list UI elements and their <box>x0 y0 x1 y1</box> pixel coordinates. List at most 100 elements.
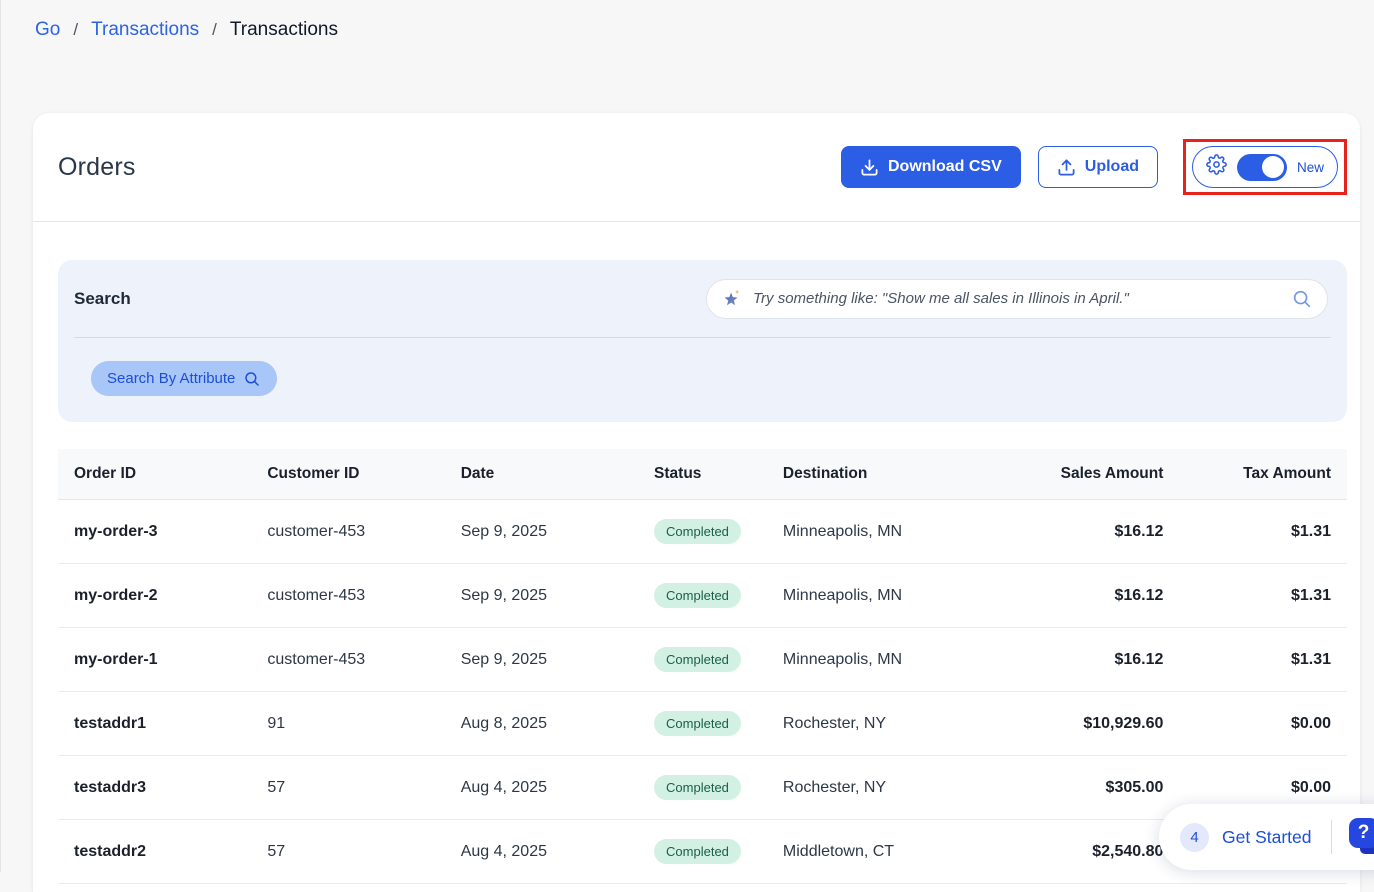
table-row[interactable]: testaddr191Aug 8, 2025 Completed Rochester… <box>58 692 1347 756</box>
breadcrumb-current: Transactions <box>230 19 338 41</box>
status-badge: Completed <box>654 775 741 800</box>
new-toggle-label: New <box>1297 160 1324 175</box>
cell-tax-amount: $0.00 <box>1179 692 1347 756</box>
search-icon <box>243 370 261 388</box>
toggle-knob <box>1262 156 1284 178</box>
table-row[interactable]: my-order-3customer-453Sep 9, 2025 Complet… <box>58 500 1347 564</box>
column-header: Date <box>445 449 638 500</box>
cell-sales-amount: $16.12 <box>1012 500 1180 564</box>
download-icon <box>860 158 879 177</box>
column-header: Sales Amount <box>1012 449 1180 500</box>
status-badge: Completed <box>654 583 741 608</box>
breadcrumb-link-go[interactable]: Go <box>35 19 60 41</box>
cell-destination: Minneapolis, MN <box>767 564 1012 628</box>
search-by-attribute-button[interactable]: Search By Attribute <box>91 361 277 396</box>
search-panel: Search <box>58 260 1347 422</box>
cell-customer-id: customer-453 <box>251 564 444 628</box>
cell-sales-amount: $10,929.60 <box>1012 692 1180 756</box>
search-by-attribute-label: Search By Attribute <box>107 370 235 387</box>
cell-sales-amount: $16.12 <box>1012 628 1180 692</box>
cell-status: Completed <box>638 564 767 628</box>
cell-date: Aug 4, 2025 <box>445 756 638 820</box>
breadcrumb-separator: / <box>212 20 217 40</box>
cell-date: Aug 4, 2025 <box>445 820 638 884</box>
cell-tax-amount: $1.31 <box>1179 500 1347 564</box>
search-attribute-row: Search By Attribute <box>58 338 1347 422</box>
cell-order-id: my-order-2 <box>58 564 251 628</box>
cell-date: Aug 8, 2025 <box>445 692 638 756</box>
table-header: Order IDCustomer IDDateStatusDestination… <box>58 449 1347 500</box>
page-title: Orders <box>58 153 136 182</box>
new-view-toggle-group: New <box>1192 146 1338 188</box>
column-header: Status <box>638 449 767 500</box>
cell-sales-amount: $16.12 <box>1012 564 1180 628</box>
cell-customer-id: 91 <box>251 692 444 756</box>
breadcrumb-link-transactions[interactable]: Transactions <box>91 19 199 41</box>
table-row[interactable]: my-order-1customer-453Sep 9, 2025 Complet… <box>58 628 1347 692</box>
cell-status: Completed <box>638 628 767 692</box>
card-header: Orders Download CSV Upload <box>33 113 1360 222</box>
status-badge: Completed <box>654 711 741 736</box>
cell-order-id: testaddr2 <box>58 820 251 884</box>
cell-destination: Minneapolis, MN <box>767 628 1012 692</box>
cell-status: Completed <box>638 692 767 756</box>
breadcrumb-separator: / <box>73 20 78 40</box>
cell-customer-id: customer-453 <box>251 500 444 564</box>
column-header: Customer ID <box>251 449 444 500</box>
cell-status: Completed <box>638 500 767 564</box>
search-header-row: Search <box>58 260 1347 337</box>
cell-customer-id: customer-453 <box>251 628 444 692</box>
table-row[interactable]: my-order-2customer-453Sep 9, 2025 Complet… <box>58 564 1347 628</box>
cell-sales-amount: $2,540.80 <box>1012 820 1180 884</box>
cell-date: Sep 9, 2025 <box>445 628 638 692</box>
cell-customer-id: 57 <box>251 820 444 884</box>
search-input[interactable] <box>706 279 1328 319</box>
column-header: Tax Amount <box>1179 449 1347 500</box>
status-badge: Completed <box>654 839 741 864</box>
orders-table: Order IDCustomer IDDateStatusDestination… <box>58 449 1347 884</box>
cell-sales-amount: $305.00 <box>1012 756 1180 820</box>
help-chat-icon[interactable]: ? <box>1349 818 1374 856</box>
orders-card: Orders Download CSV Upload <box>33 113 1360 892</box>
cell-order-id: testaddr1 <box>58 692 251 756</box>
column-header: Order ID <box>58 449 251 500</box>
header-actions: Download CSV Upload <box>841 139 1347 195</box>
question-mark-icon: ? <box>1349 818 1374 848</box>
cell-destination: Middletown, CT <box>767 820 1012 884</box>
cell-date: Sep 9, 2025 <box>445 500 638 564</box>
cell-status: Completed <box>638 756 767 820</box>
get-started-count-badge: 4 <box>1180 823 1209 852</box>
new-view-toggle[interactable] <box>1237 154 1287 181</box>
breadcrumb: Go / Transactions / Transactions <box>1 0 1374 41</box>
search-title: Search <box>74 289 131 309</box>
cell-status: Completed <box>638 820 767 884</box>
cell-destination: Rochester, NY <box>767 692 1012 756</box>
cell-order-id: my-order-3 <box>58 500 251 564</box>
cell-destination: Rochester, NY <box>767 756 1012 820</box>
highlight-rectangle: New <box>1183 139 1347 195</box>
table-row[interactable]: testaddr257Aug 4, 2025 Completed Middletow… <box>58 820 1347 884</box>
widget-divider <box>1331 820 1332 854</box>
download-csv-button[interactable]: Download CSV <box>841 146 1021 188</box>
cell-tax-amount: $1.31 <box>1179 564 1347 628</box>
cell-tax-amount: $1.31 <box>1179 628 1347 692</box>
cell-order-id: testaddr3 <box>58 756 251 820</box>
cell-destination: Minneapolis, MN <box>767 500 1012 564</box>
search-submit-icon[interactable] <box>1291 288 1313 310</box>
gear-icon[interactable] <box>1206 154 1227 180</box>
cell-date: Sep 9, 2025 <box>445 564 638 628</box>
cell-order-id: my-order-1 <box>58 628 251 692</box>
upload-label: Upload <box>1085 158 1139 176</box>
upload-icon <box>1057 158 1076 177</box>
get-started-label[interactable]: Get Started <box>1222 827 1312 848</box>
ai-sparkle-icon <box>721 288 743 310</box>
status-badge: Completed <box>654 647 741 672</box>
ai-search <box>706 279 1328 319</box>
cell-customer-id: 57 <box>251 756 444 820</box>
column-header: Destination <box>767 449 1012 500</box>
table-row[interactable]: testaddr357Aug 4, 2025 Completed Rochester… <box>58 756 1347 820</box>
get-started-widget[interactable]: 4 Get Started ? <box>1159 804 1374 870</box>
status-badge: Completed <box>654 519 741 544</box>
download-csv-label: Download CSV <box>888 158 1002 176</box>
upload-button[interactable]: Upload <box>1038 146 1158 188</box>
